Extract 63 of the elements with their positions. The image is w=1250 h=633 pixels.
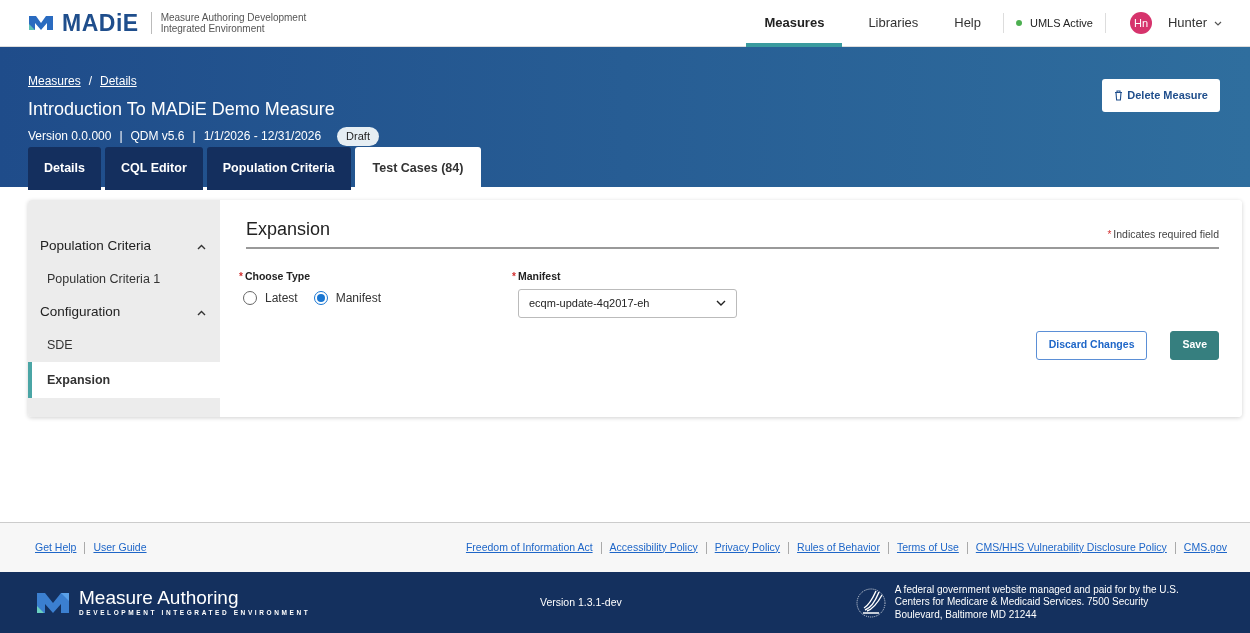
brand-subtitle: Measure Authoring Development: [160, 12, 307, 23]
footer-link[interactable]: User Guide: [93, 539, 147, 556]
delete-button[interactable]: Delete Measure: [1102, 79, 1220, 112]
measure-title: Introduction To MADiE Demo Measure: [28, 98, 336, 121]
footer-logo-title: Measure Authoring: [79, 587, 240, 608]
breadcrumb-link[interactable]: Measures: [28, 72, 81, 90]
brand-name: MADiE: [62, 8, 139, 38]
field-label: * Manifest: [512, 269, 562, 284]
caret-icon: [1214, 20, 1222, 26]
footer-link[interactable]: Privacy Policy: [714, 539, 781, 556]
link-divider: [705, 541, 707, 554]
sidebar-group[interactable]: Population Criteria: [28, 230, 220, 263]
seal-icon: [854, 585, 887, 620]
nav-link[interactable]: Libraries: [858, 0, 929, 47]
status-badge: Draft: [337, 127, 379, 146]
measure-meta: Version 0.0.000: [28, 128, 112, 146]
tab[interactable]: Details: [28, 146, 101, 190]
footer-notice: A federal government website managed and paid for by the U.S.: [894, 583, 1179, 597]
footer-link[interactable]: CMS.gov: [1183, 539, 1227, 556]
trash-icon: [1114, 89, 1124, 101]
sidebar-item[interactable]: SDE: [28, 329, 220, 362]
link-divider: [887, 541, 889, 554]
user-avatar[interactable]: Hn: [1129, 12, 1152, 34]
required-note: * Indicates required field: [1107, 227, 1219, 243]
link-divider: [788, 541, 790, 554]
link-divider: [966, 541, 968, 554]
breadcrumb-separator: /: [88, 73, 93, 90]
version-label: Version 1.3.1-dev: [540, 594, 622, 610]
sidebar-item[interactable]: Population Criteria 1: [28, 263, 220, 296]
footer-link[interactable]: Freedom of Information Act: [465, 539, 593, 556]
tab[interactable]: Test Cases (84): [354, 146, 482, 190]
meta-separator: |: [192, 128, 196, 146]
footer-link[interactable]: CMS/HHS Vulnerability Disclosure Policy: [975, 539, 1167, 556]
footer-link[interactable]: Rules of Behavior: [797, 539, 880, 556]
measure-meta: QDM v5.6: [130, 128, 185, 146]
discard-button[interactable]: Discard Changes: [1035, 330, 1148, 360]
radio-label: Latest: [265, 289, 298, 307]
measure-meta: 1/1/2026 - 12/31/2026: [203, 128, 322, 146]
link-divider: [600, 541, 602, 554]
radio-label: Manifest: [335, 289, 382, 307]
footer-notice: Centers for Medicare & Medicaid Services. 7500 Security: [894, 596, 1150, 609]
brand-subtitle: Integrated Environment: [160, 23, 265, 34]
field-label: * Choose Type: [239, 269, 312, 284]
link-divider: [84, 541, 86, 554]
tab[interactable]: Population Criteria: [206, 146, 351, 190]
status-label: UMLS Active: [1030, 15, 1093, 31]
save-button[interactable]: Save: [1170, 330, 1219, 360]
footer-link[interactable]: Get Help: [35, 539, 77, 556]
meta-separator: |: [119, 128, 123, 146]
section-heading: Expansion: [246, 218, 331, 241]
footer-notice: Boulevard, Baltimore MD 21244: [894, 608, 1038, 622]
link-divider: [1174, 541, 1176, 554]
nav-link[interactable]: Help: [944, 0, 991, 47]
footer-link[interactable]: Terms of Use: [896, 539, 959, 556]
chevron-icon: [716, 300, 726, 307]
logo-icon: [28, 13, 54, 33]
tab[interactable]: CQL Editor: [105, 146, 203, 190]
user-name[interactable]: Hunter: [1167, 13, 1207, 33]
manifest-select[interactable]: ecqm-update-4q2017-eh: [518, 288, 737, 318]
sidebar-item[interactable]: Expansion: [28, 362, 220, 398]
sidebar-group[interactable]: Configuration: [28, 296, 220, 329]
footer-link[interactable]: Accessibility Policy: [609, 539, 698, 556]
breadcrumb-link[interactable]: Details: [100, 72, 137, 90]
